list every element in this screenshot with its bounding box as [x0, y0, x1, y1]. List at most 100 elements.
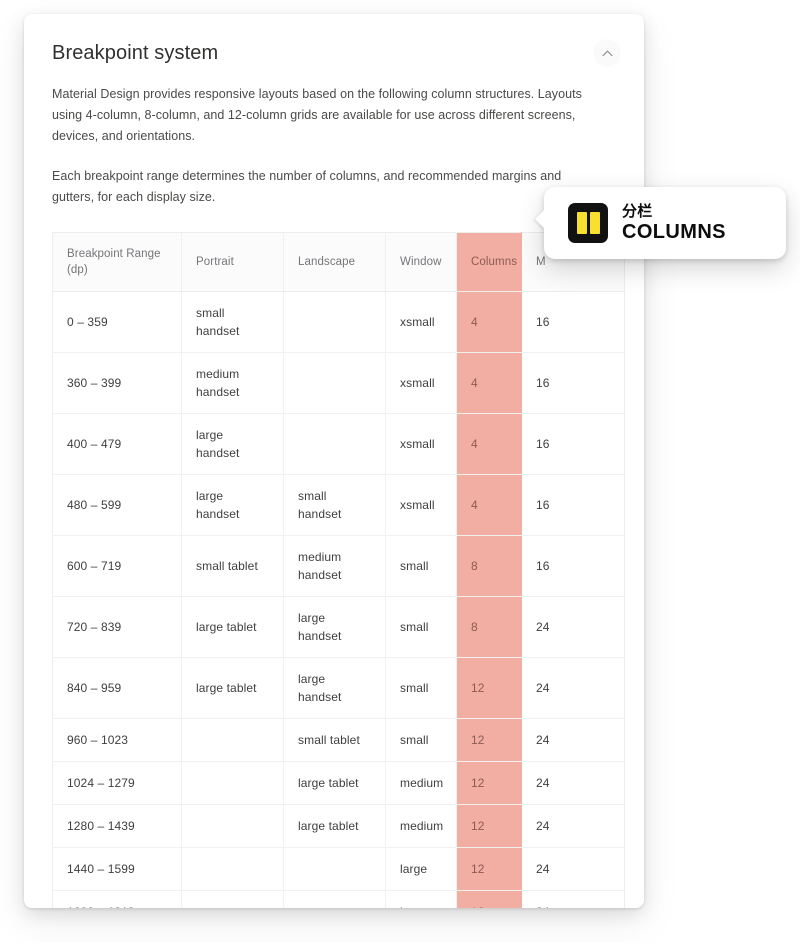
table-header-row: Breakpoint Range (dp) Portrait Landscape…	[52, 232, 625, 292]
table-row: 840 – 959 large tablet large handset small 1…	[52, 657, 625, 719]
cell-portrait	[181, 847, 284, 891]
cell-columns: 4	[456, 291, 522, 353]
cell-window: xsmall	[385, 291, 457, 353]
cell-columns: 4	[456, 474, 522, 536]
table-row: 1280 – 1439 large tablet medium 12 24	[52, 804, 625, 848]
cell-columns: 12	[456, 804, 522, 848]
cell-columns: 12	[456, 890, 522, 908]
cell-range: 0 – 359	[52, 291, 182, 353]
cell-portrait: medium handset	[181, 352, 284, 414]
breakpoint-table: Breakpoint Range (dp) Portrait Landscape…	[52, 232, 625, 908]
table-row: 600 – 719 small tablet medium handset small…	[52, 535, 625, 597]
cell-window: small	[385, 718, 457, 762]
cell-range: 400 – 479	[52, 413, 182, 475]
tooltip-label-en: COLUMNS	[622, 221, 726, 243]
cell-range: 1440 – 1599	[52, 847, 182, 891]
cell-margin: 16	[521, 352, 625, 414]
cell-columns: 12	[456, 847, 522, 891]
cell-columns: 12	[456, 761, 522, 805]
cell-margin: 24	[521, 596, 625, 658]
cell-margin: 24	[521, 718, 625, 762]
cell-range: 480 – 599	[52, 474, 182, 536]
cell-window: small	[385, 535, 457, 597]
tooltip-label-cn: 分栏	[622, 203, 653, 220]
intro-paragraph-1: Material Design provides responsive layo…	[52, 87, 582, 143]
cell-landscape: small handset	[283, 474, 386, 536]
cell-margin: 16	[521, 413, 625, 475]
columns-icon	[568, 203, 608, 243]
cell-portrait: small handset	[181, 291, 284, 353]
cell-landscape	[283, 847, 386, 891]
table-row: 1600 – 1919 large1224	[52, 890, 625, 908]
column-header-breakpoint-range[interactable]: Breakpoint Range (dp)	[52, 232, 182, 292]
table-row: 1024 – 1279 large tablet medium 12 24	[52, 761, 625, 805]
table-header: Breakpoint Range (dp) Portrait Landscape…	[52, 232, 625, 292]
columns-icon-bar-right	[589, 212, 600, 234]
cell-range: 840 – 959	[52, 657, 182, 719]
cell-margin: 16	[521, 291, 625, 353]
breakpoint-table-container: Breakpoint Range (dp) Portrait Landscape…	[52, 232, 625, 908]
table-row: 1440 – 1599 large 12 24	[52, 847, 625, 891]
cell-range: 1024 – 1279	[52, 761, 182, 805]
cell-landscape: large handset	[283, 657, 386, 719]
page-title: Breakpoint system	[52, 42, 219, 64]
cell-window: small	[385, 657, 457, 719]
cell-landscape	[283, 413, 386, 475]
column-header-columns[interactable]: Columns	[456, 232, 522, 292]
cell-columns: 4	[456, 413, 522, 475]
cell-landscape: large handset	[283, 596, 386, 658]
cell-portrait	[181, 761, 284, 805]
cell-landscape	[283, 291, 386, 353]
tooltip-text-group: 分栏 COLUMNS	[622, 203, 726, 243]
cell-landscape: large tablet	[283, 761, 386, 805]
cell-margin: 16	[521, 474, 625, 536]
cell-columns: 4	[456, 352, 522, 414]
collapse-toggle-button[interactable]	[594, 40, 620, 66]
cell-landscape: medium handset	[283, 535, 386, 597]
column-header-landscape[interactable]: Landscape	[283, 232, 386, 292]
cell-range: 720 – 839	[52, 596, 182, 658]
table-row: 400 – 479 large handset xsmall 4 16	[52, 413, 625, 475]
cell-landscape: small tablet	[283, 718, 386, 762]
cell-landscape	[283, 890, 386, 908]
cell-window: xsmall	[385, 413, 457, 475]
cell-window: large	[385, 847, 457, 891]
cell-margin: 16	[521, 535, 625, 597]
cell-landscape: large tablet	[283, 804, 386, 848]
cell-range: 1600 – 1919	[52, 890, 182, 908]
cell-margin: 24	[521, 657, 625, 719]
cell-portrait: large handset	[181, 413, 284, 475]
cell-range: 360 – 399	[52, 352, 182, 414]
cell-portrait	[181, 718, 284, 762]
cell-window: large	[385, 890, 457, 908]
table-row: 0 – 359 small handset xsmall 4 16	[52, 291, 625, 353]
breakpoint-system-card: Breakpoint system Material Design provid…	[24, 14, 644, 908]
table-row: 360 – 399 medium handset xsmall 4 16	[52, 352, 625, 414]
cell-columns: 12	[456, 657, 522, 719]
cell-margin: 24	[521, 804, 625, 848]
columns-tooltip: 分栏 COLUMNS	[544, 187, 786, 259]
cell-columns: 8	[456, 596, 522, 658]
table-row: 960 – 1023 small tablet small 12 24	[52, 718, 625, 762]
cell-window: medium	[385, 761, 457, 805]
cell-columns: 12	[456, 718, 522, 762]
column-header-portrait[interactable]: Portrait	[181, 232, 284, 292]
cell-range: 960 – 1023	[52, 718, 182, 762]
cell-portrait	[181, 804, 284, 848]
column-header-window[interactable]: Window	[385, 232, 457, 292]
cell-range: 1280 – 1439	[52, 804, 182, 848]
table-body: 0 – 359 small handset xsmall 4 16 360 – 399 me…	[52, 291, 625, 908]
chevron-up-icon	[601, 50, 613, 57]
cell-margin: 24	[521, 847, 625, 891]
intro-paragraph-2: Each breakpoint range determines the num…	[52, 169, 562, 204]
cell-columns: 8	[456, 535, 522, 597]
columns-icon-bar-left	[576, 212, 587, 234]
table-row: 720 – 839 large tablet large handset small 8…	[52, 596, 625, 658]
cell-window: xsmall	[385, 474, 457, 536]
cell-margin: 24	[521, 761, 625, 805]
table-row: 480 – 599 large handset small handset xsmal…	[52, 474, 625, 536]
cell-portrait: large tablet	[181, 657, 284, 719]
cell-portrait: small tablet	[181, 535, 284, 597]
cell-margin: 24	[521, 890, 625, 908]
cell-window: medium	[385, 804, 457, 848]
